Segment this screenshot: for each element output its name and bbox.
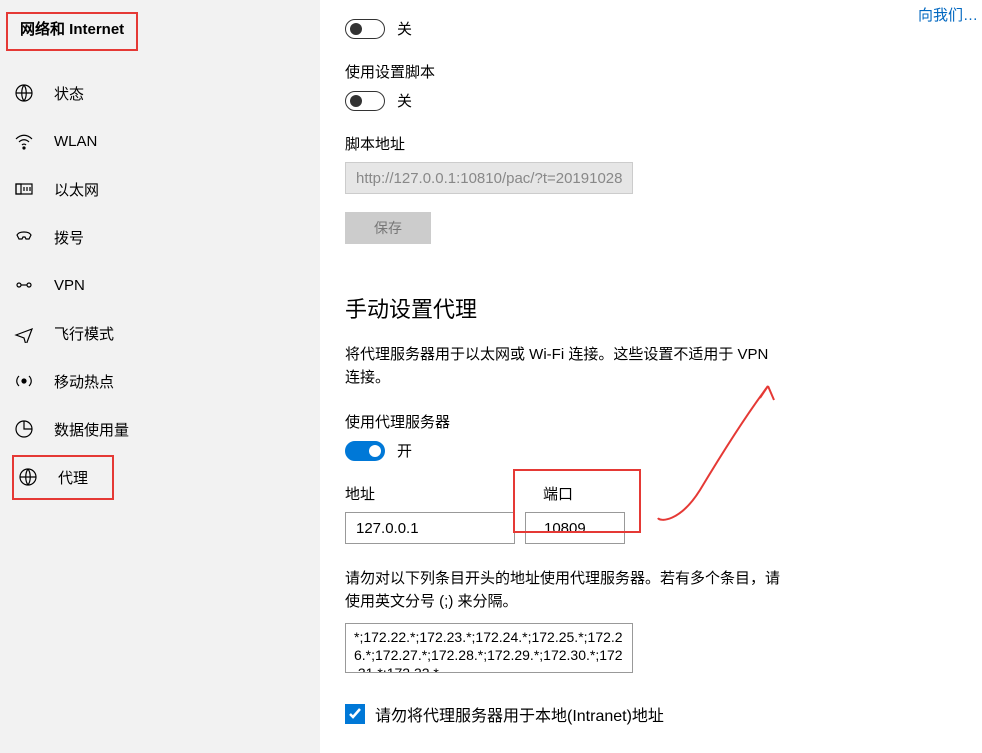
script-address-input — [345, 162, 633, 194]
hotspot-icon — [14, 371, 34, 391]
address-input[interactable] — [345, 512, 515, 544]
auto-detect-toggle[interactable] — [345, 19, 385, 39]
auto-save-button[interactable]: 保存 — [345, 212, 431, 244]
port-label: 端口 — [525, 483, 625, 504]
dialup-icon — [14, 227, 34, 247]
sidebar-item-hotspot[interactable]: 移动热点 — [0, 357, 320, 405]
feedback-link[interactable]: 向我们… — [918, 4, 978, 25]
status-icon — [14, 83, 34, 103]
use-script-toggle[interactable] — [345, 91, 385, 111]
sidebar-item-wlan[interactable]: WLAN — [0, 117, 320, 165]
ethernet-icon — [14, 179, 34, 199]
sidebar-item-ethernet[interactable]: 以太网 — [0, 165, 320, 213]
globe-icon — [18, 467, 38, 487]
sidebar-item-proxy[interactable]: 代理 — [0, 453, 320, 501]
sidebar-item-label: 代理 — [58, 467, 88, 488]
sidebar-item-vpn[interactable]: VPN — [0, 261, 320, 309]
exclude-description: 请勿对以下列条目开头的地址使用代理服务器。若有多个条目，请使用英文分号 (;) … — [345, 568, 785, 613]
main-content: 关 使用设置脚本 关 脚本地址 保存 手动设置代理 将代理服务器用于以太网或 W… — [345, 0, 982, 753]
exclude-textarea[interactable] — [345, 623, 633, 673]
local-bypass-checkbox[interactable] — [345, 704, 365, 724]
sidebar-item-label: 移动热点 — [54, 371, 114, 392]
sidebar-item-dialup[interactable]: 拨号 — [0, 213, 320, 261]
use-proxy-label: 使用代理服务器 — [345, 411, 982, 432]
sidebar-item-label: VPN — [54, 277, 85, 294]
sidebar-item-label: WLAN — [54, 133, 97, 150]
script-address-label: 脚本地址 — [345, 133, 982, 154]
use-script-toggle-label: 关 — [397, 90, 412, 111]
airplane-icon — [14, 323, 34, 343]
vpn-icon — [14, 275, 34, 295]
datausage-icon — [14, 419, 34, 439]
sidebar-header: 网络和 Internet — [6, 12, 138, 51]
address-label: 地址 — [345, 483, 515, 504]
manual-section-title: 手动设置代理 — [345, 292, 982, 324]
auto-detect-toggle-label: 关 — [397, 18, 412, 39]
sidebar-item-label: 拨号 — [54, 227, 84, 248]
sidebar-item-airplane[interactable]: 飞行模式 — [0, 309, 320, 357]
sidebar-item-status[interactable]: 状态 — [0, 69, 320, 117]
port-input[interactable] — [525, 512, 625, 544]
use-proxy-toggle-label: 开 — [397, 440, 412, 461]
manual-description: 将代理服务器用于以太网或 Wi-Fi 连接。这些设置不适用于 VPN 连接。 — [345, 344, 785, 389]
sidebar: 网络和 Internet 状态 WLAN 以太网 拨号 VPN 飞行模 — [0, 0, 320, 753]
sidebar-item-label: 数据使用量 — [54, 419, 129, 440]
wifi-icon — [14, 131, 34, 151]
sidebar-item-datausage[interactable]: 数据使用量 — [0, 405, 320, 453]
use-script-heading: 使用设置脚本 — [345, 61, 982, 82]
local-bypass-label: 请勿将代理服务器用于本地(Intranet)地址 — [375, 702, 664, 726]
use-proxy-toggle[interactable] — [345, 441, 385, 461]
sidebar-item-label: 以太网 — [54, 179, 99, 200]
sidebar-item-label: 飞行模式 — [54, 323, 114, 344]
sidebar-item-label: 状态 — [54, 83, 84, 104]
